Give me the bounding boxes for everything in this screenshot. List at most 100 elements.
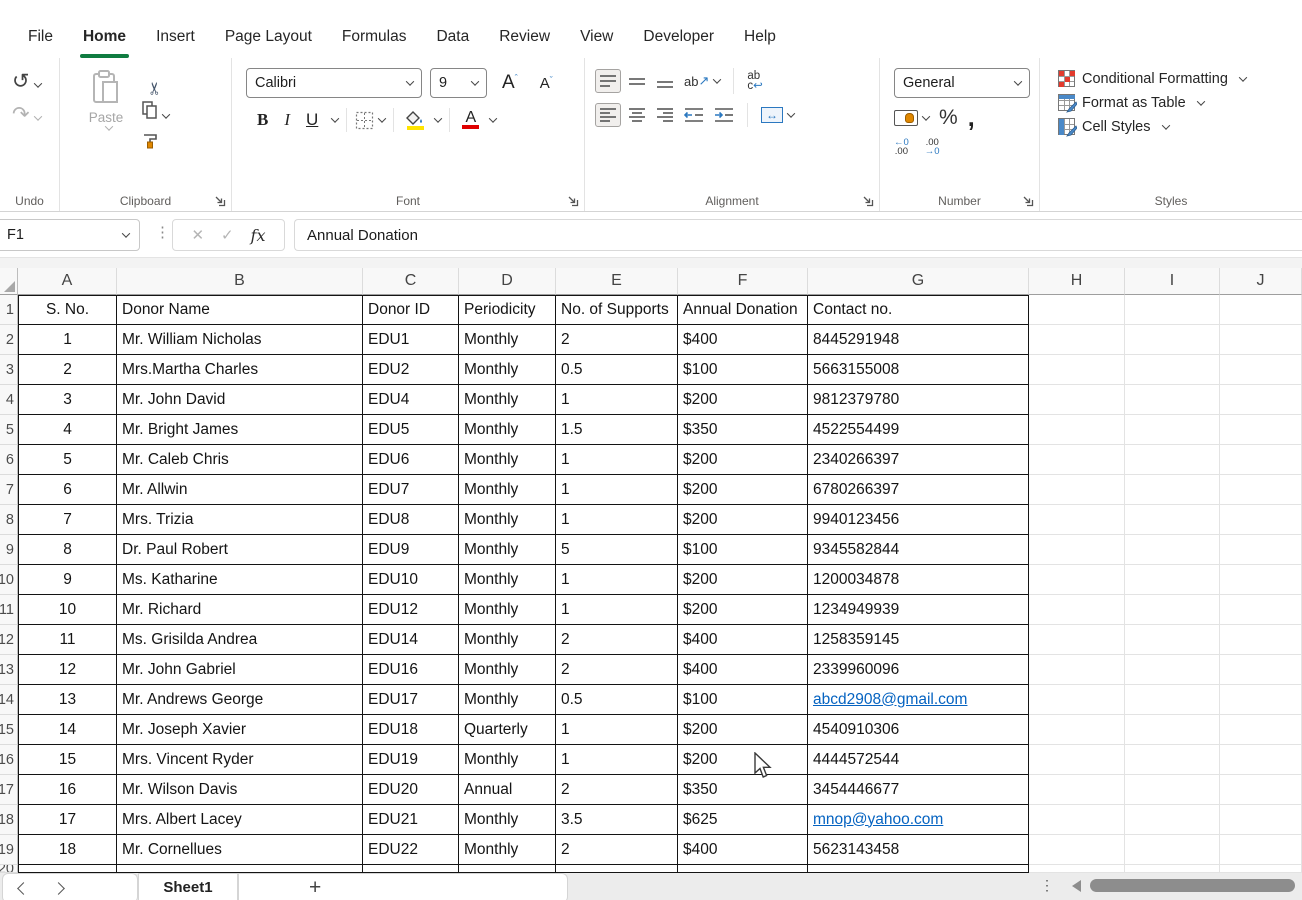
ribbon-tab-formulas[interactable]: Formulas (327, 24, 422, 50)
cell-E5[interactable]: 1.5 (556, 415, 678, 445)
column-header-J[interactable]: J (1220, 268, 1302, 295)
font-name-combobox[interactable]: Calibri (246, 68, 422, 98)
cell-A16[interactable]: 15 (18, 745, 117, 775)
cell-G15[interactable]: 4540910306 (808, 715, 1029, 745)
cell-G6[interactable]: 2340266397 (808, 445, 1029, 475)
cell-F17[interactable]: $350 (678, 775, 808, 805)
cell-F6[interactable]: $200 (678, 445, 808, 475)
cell-C19[interactable]: EDU22 (363, 835, 459, 865)
cell-H2[interactable] (1029, 325, 1125, 355)
cell-E10[interactable]: 1 (556, 565, 678, 595)
cell-H19[interactable] (1029, 835, 1125, 865)
cell-H14[interactable] (1029, 685, 1125, 715)
row-header-17[interactable]: 17 (0, 775, 18, 805)
cell-J8[interactable] (1220, 505, 1302, 535)
ribbon-tab-help[interactable]: Help (729, 24, 791, 50)
select-all-corner[interactable] (0, 268, 18, 295)
cell-E7[interactable]: 1 (556, 475, 678, 505)
cell-E4[interactable]: 1 (556, 385, 678, 415)
cell-F14[interactable]: $100 (678, 685, 808, 715)
cell-J16[interactable] (1220, 745, 1302, 775)
cell-C12[interactable]: EDU14 (363, 625, 459, 655)
paste-button[interactable]: Paste (80, 66, 132, 154)
cell-I20[interactable] (1125, 865, 1220, 873)
cell-I6[interactable] (1125, 445, 1220, 475)
ribbon-tab-insert[interactable]: Insert (141, 24, 210, 50)
cell-H16[interactable] (1029, 745, 1125, 775)
row-header-3[interactable]: 3 (0, 355, 18, 385)
formula-input[interactable]: Annual Donation (294, 219, 1302, 251)
cell-G4[interactable]: 9812379780 (808, 385, 1029, 415)
cell-F1[interactable]: Annual Donation (678, 295, 808, 325)
cell-A3[interactable]: 2 (18, 355, 117, 385)
insert-function-icon[interactable]: fx (251, 226, 266, 245)
cell-D19[interactable]: Monthly (459, 835, 556, 865)
cell-A6[interactable]: 5 (18, 445, 117, 475)
cell-I9[interactable] (1125, 535, 1220, 565)
cell-D5[interactable]: Monthly (459, 415, 556, 445)
cancel-icon[interactable]: ✕ (191, 226, 204, 244)
cell-C3[interactable]: EDU2 (363, 355, 459, 385)
cell-F13[interactable]: $400 (678, 655, 808, 685)
align-right-button[interactable] (653, 104, 677, 126)
cell-F16[interactable]: $200 (678, 745, 808, 775)
cell-D13[interactable]: Monthly (459, 655, 556, 685)
cell-C2[interactable]: EDU1 (363, 325, 459, 355)
cell-D16[interactable]: Monthly (459, 745, 556, 775)
fill-color-button[interactable] (402, 110, 428, 131)
cell-G8[interactable]: 9940123456 (808, 505, 1029, 535)
cell-G17[interactable]: 3454446677 (808, 775, 1029, 805)
row-header-18[interactable]: 18 (0, 805, 18, 835)
row-header-19[interactable]: 19 (0, 835, 18, 865)
font-dialog-launcher-icon[interactable] (567, 195, 579, 207)
cell-F12[interactable]: $400 (678, 625, 808, 655)
cell-C20[interactable] (363, 865, 459, 873)
cell-J20[interactable] (1220, 865, 1302, 873)
cell-J1[interactable] (1220, 295, 1302, 325)
cell-D17[interactable]: Annual (459, 775, 556, 805)
cell-C10[interactable]: EDU10 (363, 565, 459, 595)
cell-E11[interactable]: 1 (556, 595, 678, 625)
cell-G14[interactable]: abcd2908@gmail.com (808, 685, 1029, 715)
cell-J11[interactable] (1220, 595, 1302, 625)
cell-B2[interactable]: Mr. William Nicholas (117, 325, 363, 355)
cell-E14[interactable]: 0.5 (556, 685, 678, 715)
row-header-8[interactable]: 8 (0, 505, 18, 535)
conditional-formatting-button[interactable]: Conditional Formatting (1058, 70, 1298, 87)
cell-B9[interactable]: Dr. Paul Robert (117, 535, 363, 565)
column-header-A[interactable]: A (18, 268, 117, 295)
cell-F7[interactable]: $200 (678, 475, 808, 505)
middle-align-button[interactable] (625, 70, 649, 92)
row-header-16[interactable]: 16 (0, 745, 18, 775)
wrap-text-button[interactable]: abc↩ (744, 68, 765, 94)
cell-E12[interactable]: 2 (556, 625, 678, 655)
italic-button[interactable]: I (277, 108, 297, 132)
row-header-1[interactable]: 1 (0, 295, 18, 325)
cut-button[interactable]: ✂ (146, 69, 166, 96)
cell-B19[interactable]: Mr. Cornellues (117, 835, 363, 865)
row-header-7[interactable]: 7 (0, 475, 18, 505)
cell-E9[interactable]: 5 (556, 535, 678, 565)
increase-font-size-button[interactable]: Aˆ (495, 70, 525, 96)
cell-styles-button[interactable]: Cell Styles (1058, 118, 1298, 135)
cell-D7[interactable]: Monthly (459, 475, 556, 505)
bold-button[interactable]: B (250, 108, 275, 132)
cell-J3[interactable] (1220, 355, 1302, 385)
cell-D1[interactable]: Periodicity (459, 295, 556, 325)
row-header-12[interactable]: 12 (0, 625, 18, 655)
cell-E16[interactable]: 1 (556, 745, 678, 775)
cell-E20[interactable] (556, 865, 678, 873)
cell-H20[interactable] (1029, 865, 1125, 873)
cell-D20[interactable] (459, 865, 556, 873)
cell-B13[interactable]: Mr. John Gabriel (117, 655, 363, 685)
cell-C5[interactable]: EDU5 (363, 415, 459, 445)
cell-I18[interactable] (1125, 805, 1220, 835)
next-sheet-icon[interactable] (52, 882, 65, 895)
cell-G7[interactable]: 6780266397 (808, 475, 1029, 505)
cell-A5[interactable]: 4 (18, 415, 117, 445)
column-header-H[interactable]: H (1029, 268, 1125, 295)
cell-A20[interactable] (18, 865, 117, 873)
column-header-C[interactable]: C (363, 268, 459, 295)
cell-I3[interactable] (1125, 355, 1220, 385)
row-header-15[interactable]: 15 (0, 715, 18, 745)
